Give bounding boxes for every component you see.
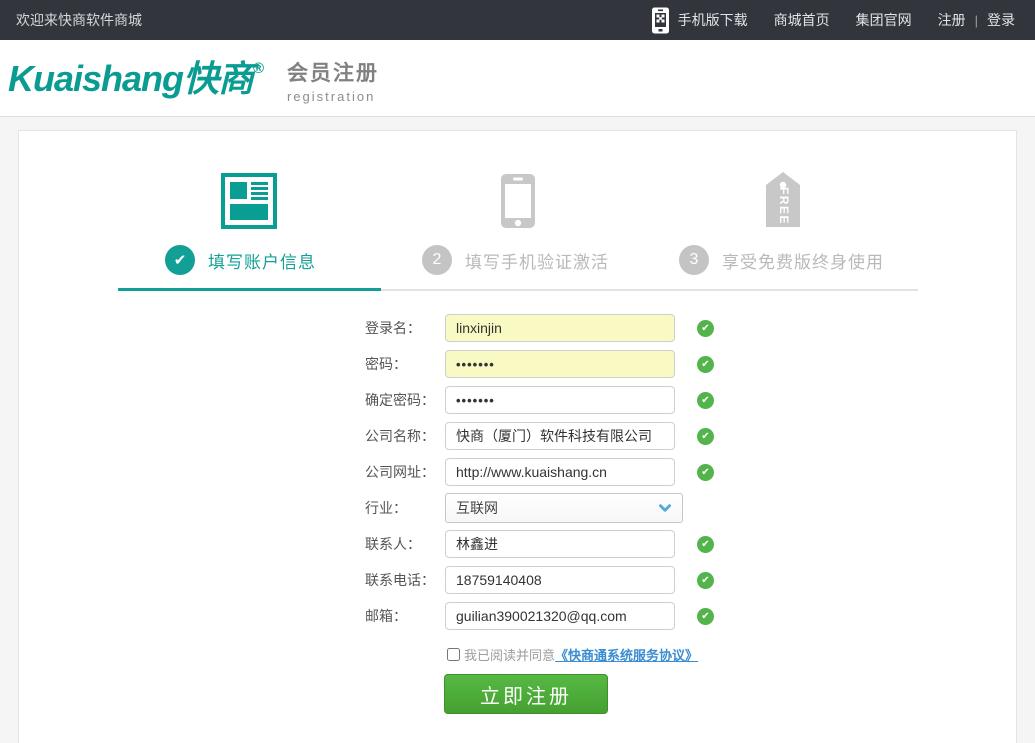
login-name-label: 登录名： <box>365 318 445 338</box>
form-row-confirm-password: 确定密码： ✔ <box>365 386 714 414</box>
agreement-text: 我已阅读并同意 <box>464 645 555 664</box>
register-link[interactable]: 注册 <box>938 10 966 30</box>
step-2-label: 填写手机验证激活 <box>465 248 609 273</box>
industry-label: 行业： <box>365 498 445 518</box>
valid-check-icon: ✔ <box>697 356 714 373</box>
step-1-check-icon: ✔ <box>165 245 195 275</box>
svg-text:FREE: FREE <box>777 187 791 225</box>
industry-selected-value: 互联网 <box>456 498 498 518</box>
form-row-industry: 行业： 互联网 <box>365 493 683 523</box>
login-name-input[interactable] <box>445 314 675 342</box>
valid-check-icon: ✔ <box>697 320 714 337</box>
form-row-phone: 联系电话： ✔ <box>365 566 714 594</box>
page-title-en: registration <box>287 89 379 104</box>
confirm-password-label: 确定密码： <box>365 390 445 410</box>
email-label: 邮箱： <box>365 606 445 626</box>
registered-mark: ® <box>253 60 263 77</box>
step-2-number: 2 <box>422 245 452 275</box>
logo-cn-text: 快商 <box>183 58 253 99</box>
valid-check-icon: ✔ <box>697 392 714 409</box>
step-1: ✔ 填写账户信息 <box>165 245 316 275</box>
form-row-login: 登录名： ✔ <box>365 314 714 342</box>
valid-check-icon: ✔ <box>697 608 714 625</box>
step-3: 3 享受免费版终身使用 <box>679 245 884 275</box>
mobile-qr-icon <box>651 7 670 34</box>
phone-label: 联系电话： <box>365 570 445 590</box>
login-link[interactable]: 登录 <box>987 10 1015 30</box>
form-row-password: 密码： ✔ <box>365 350 714 378</box>
page-title: 会员注册 registration <box>287 57 379 104</box>
auth-separator: | <box>975 13 978 28</box>
industry-select[interactable]: 互联网 <box>445 493 683 523</box>
form-row-company-name: 公司名称： ✔ <box>365 422 714 450</box>
valid-check-icon: ✔ <box>697 572 714 589</box>
valid-check-icon: ✔ <box>697 428 714 445</box>
register-now-button[interactable]: 立即注册 <box>444 674 608 714</box>
form-row-email: 邮箱： ✔ <box>365 602 714 630</box>
account-form-icon <box>221 173 277 229</box>
top-bar: 欢迎来快商软件商城 手机版下载 商城首页 集团官网 注册 <box>0 0 1035 40</box>
phone-input[interactable] <box>445 566 675 594</box>
company-name-label: 公司名称： <box>365 426 445 446</box>
mall-home-link[interactable]: 商城首页 <box>774 10 830 30</box>
step-3-number: 3 <box>679 245 709 275</box>
valid-check-icon: ✔ <box>697 464 714 481</box>
step-2: 2 填写手机验证激活 <box>422 245 609 275</box>
password-input[interactable] <box>445 350 675 378</box>
company-name-input[interactable] <box>445 422 675 450</box>
free-tag-icon: FREE <box>760 172 806 228</box>
step-track-active <box>118 288 381 291</box>
welcome-text: 欢迎来快商软件商城 <box>16 10 142 30</box>
password-label: 密码： <box>365 354 445 374</box>
kuaishang-logo[interactable]: Kuaishang快商® <box>8 50 263 102</box>
agreement-row: 我已阅读并同意 《快商通系统服务协议》 <box>447 645 698 664</box>
phone-verify-icon <box>500 173 536 229</box>
group-site-link[interactable]: 集团官网 <box>856 10 912 30</box>
mobile-download-label[interactable]: 手机版下载 <box>678 10 748 30</box>
confirm-password-input[interactable] <box>445 386 675 414</box>
service-agreement-link[interactable]: 《快商通系统服务协议》 <box>555 645 698 664</box>
contact-input[interactable] <box>445 530 675 558</box>
company-url-input[interactable] <box>445 458 675 486</box>
valid-check-icon: ✔ <box>697 536 714 553</box>
agreement-checkbox[interactable] <box>447 648 460 661</box>
step-3-label: 享受免费版终身使用 <box>722 248 884 273</box>
form-row-company-url: 公司网址： ✔ <box>365 458 714 486</box>
page-title-cn: 会员注册 <box>287 57 379 87</box>
form-row-contact: 联系人： ✔ <box>365 530 714 558</box>
auth-links: 注册 | 登录 <box>938 10 1015 30</box>
chevron-down-icon <box>656 499 674 517</box>
top-nav: 手机版下载 商城首页 集团官网 注册 | 登录 <box>651 7 1015 34</box>
email-input[interactable] <box>445 602 675 630</box>
registration-page: 欢迎来快商软件商城 手机版下载 商城首页 集团官网 注册 <box>0 0 1035 743</box>
logo-en-text: Kuaishang <box>8 58 183 99</box>
site-header: Kuaishang快商® 会员注册 registration <box>0 40 1035 117</box>
company-url-label: 公司网址： <box>365 462 445 482</box>
step-1-label: 填写账户信息 <box>208 248 316 273</box>
mobile-download-link[interactable]: 手机版下载 <box>651 7 748 34</box>
contact-label: 联系人： <box>365 534 445 554</box>
